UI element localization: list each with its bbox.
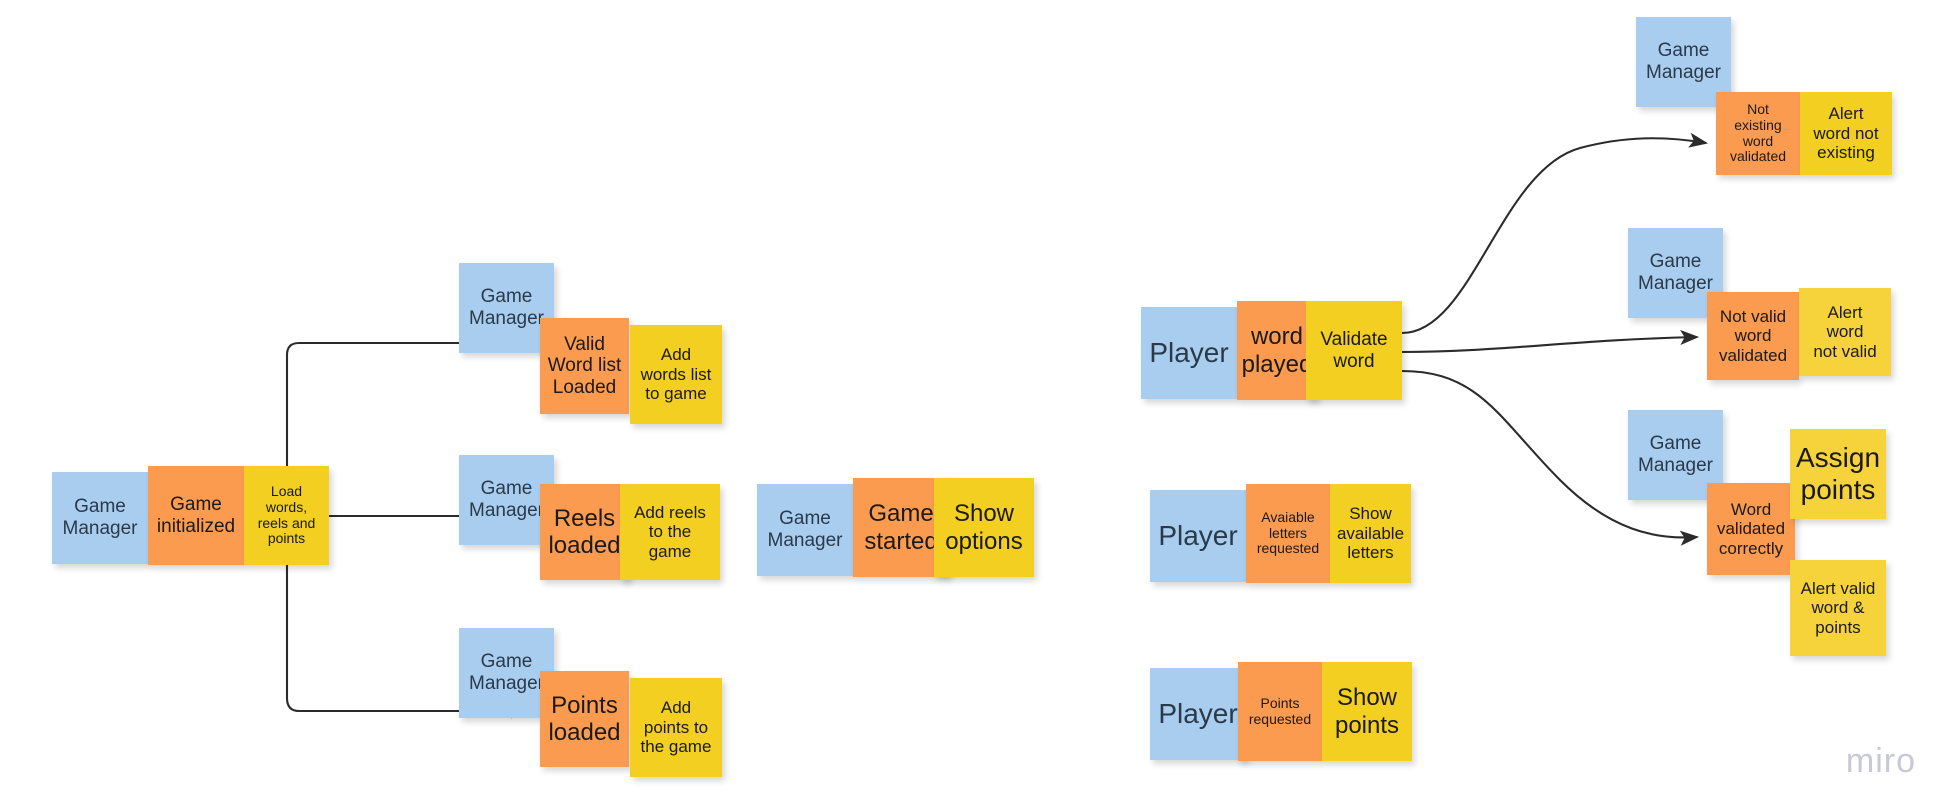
card-command-show-available-letters[interactable]: Show available letters [1330, 484, 1411, 583]
card-command-add-points[interactable]: Add points to the game [630, 678, 722, 777]
miro-watermark: miro [1845, 742, 1916, 780]
card-command-add-words-list[interactable]: Add words list to game [630, 325, 722, 424]
card-command-alert-valid-word-points[interactable]: Alert valid word & points [1790, 560, 1886, 656]
card-event-word-validated-correctly[interactable]: Word validated correctly [1707, 483, 1795, 575]
card-command-show-points[interactable]: Show points [1322, 662, 1412, 761]
card-event-not-existing-word-validated[interactable]: Not existing word validated [1716, 92, 1800, 175]
card-event-points-loaded[interactable]: Points loaded [540, 671, 629, 767]
card-actor-player-points[interactable]: Player [1150, 668, 1246, 760]
card-command-validate-word[interactable]: Validate word [1306, 301, 1402, 400]
card-event-game-initialized[interactable]: Game initialized [148, 466, 244, 565]
card-command-alert-word-not-valid[interactable]: Alert word not valid [1799, 288, 1891, 376]
card-command-load-words-reels-points[interactable]: Load words, reels and points [244, 466, 329, 565]
card-actor-player-word-played[interactable]: Player [1141, 307, 1237, 399]
card-event-points-requested[interactable]: Points requested [1238, 662, 1322, 761]
card-event-available-letters-requested[interactable]: Avaiable letters requested [1246, 484, 1330, 583]
connector-layer [285, 132, 1709, 719]
connector-validate-to-not-valid [1401, 329, 1700, 354]
card-actor-game-manager-started[interactable]: Game Manager [757, 484, 853, 576]
card-actor-game-manager-init[interactable]: Game Manager [52, 472, 148, 564]
card-command-assign-points[interactable]: Assign points [1790, 429, 1886, 519]
card-event-valid-word-list-loaded[interactable]: Valid Word list Loaded [540, 318, 629, 414]
card-event-reels-loaded[interactable]: Reels loaded [540, 484, 629, 580]
miro-board-canvas[interactable]: Game Manager Game initialized Load words, … [0, 0, 1938, 806]
card-command-add-reels[interactable]: Add reels to the game [620, 484, 720, 580]
connector-init-to-word-list [285, 335, 531, 466]
card-event-word-played[interactable]: word played [1237, 301, 1317, 400]
card-command-alert-word-not-existing[interactable]: Alert word not existing [1800, 92, 1892, 175]
card-event-not-valid-word-validated[interactable]: Not valid word validated [1707, 292, 1799, 380]
card-command-show-options[interactable]: Show options [934, 478, 1034, 577]
card-actor-player-letters[interactable]: Player [1150, 490, 1246, 582]
